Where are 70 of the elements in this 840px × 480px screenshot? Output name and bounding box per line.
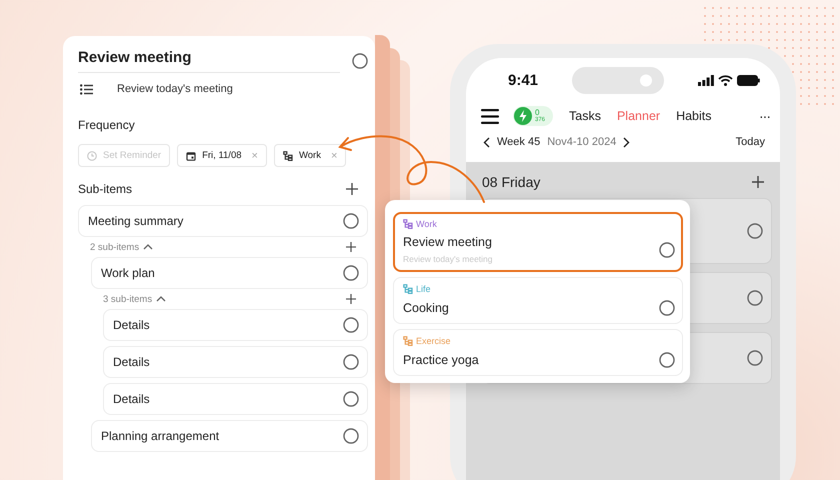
date-range: Nov4-10 2024	[547, 136, 616, 148]
calendar-icon	[186, 150, 196, 160]
chevron-right-icon[interactable]	[623, 136, 630, 148]
lightning-icon	[514, 107, 532, 125]
plus-icon[interactable]	[346, 183, 358, 195]
clock-icon	[87, 150, 97, 160]
sub-item[interactable]: Details	[103, 383, 368, 415]
sub-item-count: 3 sub-items	[103, 294, 152, 304]
hierarchy-icon	[403, 284, 413, 294]
chevron-left-icon[interactable]	[483, 136, 490, 148]
checkbox[interactable]	[343, 213, 359, 229]
list-icon	[80, 84, 93, 94]
plus-icon[interactable]	[346, 294, 356, 304]
nav-tab[interactable]: Tasks	[569, 109, 601, 123]
date-chip[interactable]: Fri, 11/08 ×	[177, 144, 267, 167]
battery-icon	[737, 74, 760, 86]
more-button[interactable]: ···	[759, 108, 770, 124]
section-label: Sub-items	[78, 182, 132, 196]
status-time: 9:41	[508, 72, 538, 88]
sub-item[interactable]: Details	[103, 309, 368, 341]
task-card[interactable]: Life Cooking	[393, 277, 683, 324]
checkbox[interactable]	[747, 223, 763, 239]
energy-value: 0	[535, 109, 540, 117]
signal-icon	[698, 74, 714, 86]
category-tag: Exercise	[416, 336, 451, 346]
wifi-icon	[718, 74, 733, 86]
today-button[interactable]: Today	[736, 136, 765, 148]
task-title: Cooking	[403, 301, 449, 315]
checkbox[interactable]	[352, 52, 368, 68]
checkbox[interactable]	[659, 242, 675, 258]
sub-item-title: Work plan	[101, 266, 155, 280]
day-title: 08 Friday	[482, 174, 540, 190]
checkbox[interactable]	[343, 391, 359, 407]
sub-item[interactable]: Work plan	[91, 257, 368, 289]
hierarchy-icon	[282, 150, 293, 160]
checkbox[interactable]	[747, 290, 763, 306]
task-title: Practice yoga	[403, 353, 479, 367]
menu-icon[interactable]	[481, 108, 499, 124]
section-label: Frequency	[78, 118, 136, 132]
sub-item-count: 2 sub-items	[90, 242, 140, 252]
plus-icon[interactable]	[752, 176, 764, 188]
category-chip[interactable]: Work ×	[274, 144, 346, 167]
hierarchy-icon	[403, 336, 413, 346]
task-title: Review meeting	[403, 235, 492, 249]
task-card[interactable]: Exercise Practice yoga	[393, 329, 683, 376]
category-tag: Work	[416, 219, 437, 229]
nav-tab[interactable]: Habits	[676, 109, 712, 123]
checkbox[interactable]	[659, 352, 675, 368]
sub-item-title: Meeting summary	[88, 214, 184, 228]
checkbox[interactable]	[343, 428, 359, 444]
sub-item-title: Planning arrangement	[101, 429, 220, 443]
task-note: Review today's meeting	[117, 83, 233, 95]
category-tag: Life	[416, 284, 431, 294]
week-label: Week 45	[497, 136, 540, 148]
plus-icon[interactable]	[346, 242, 356, 252]
sub-item-title: Details	[113, 355, 150, 369]
sub-item[interactable]: Planning arrangement	[91, 420, 368, 452]
sub-item-title: Details	[113, 318, 150, 332]
checkbox[interactable]	[343, 265, 359, 281]
checkbox[interactable]	[343, 354, 359, 370]
caret-icon[interactable]	[143, 243, 154, 251]
sub-item[interactable]: Meeting summary	[78, 205, 368, 237]
checkbox[interactable]	[343, 317, 359, 333]
checkbox[interactable]	[747, 350, 763, 366]
checkbox[interactable]	[659, 300, 675, 316]
caret-icon[interactable]	[156, 295, 166, 303]
task-title[interactable]: Review meeting	[78, 48, 340, 73]
sub-item[interactable]: Details	[103, 346, 368, 378]
hierarchy-icon	[403, 219, 413, 229]
sub-item-title: Details	[113, 392, 150, 406]
